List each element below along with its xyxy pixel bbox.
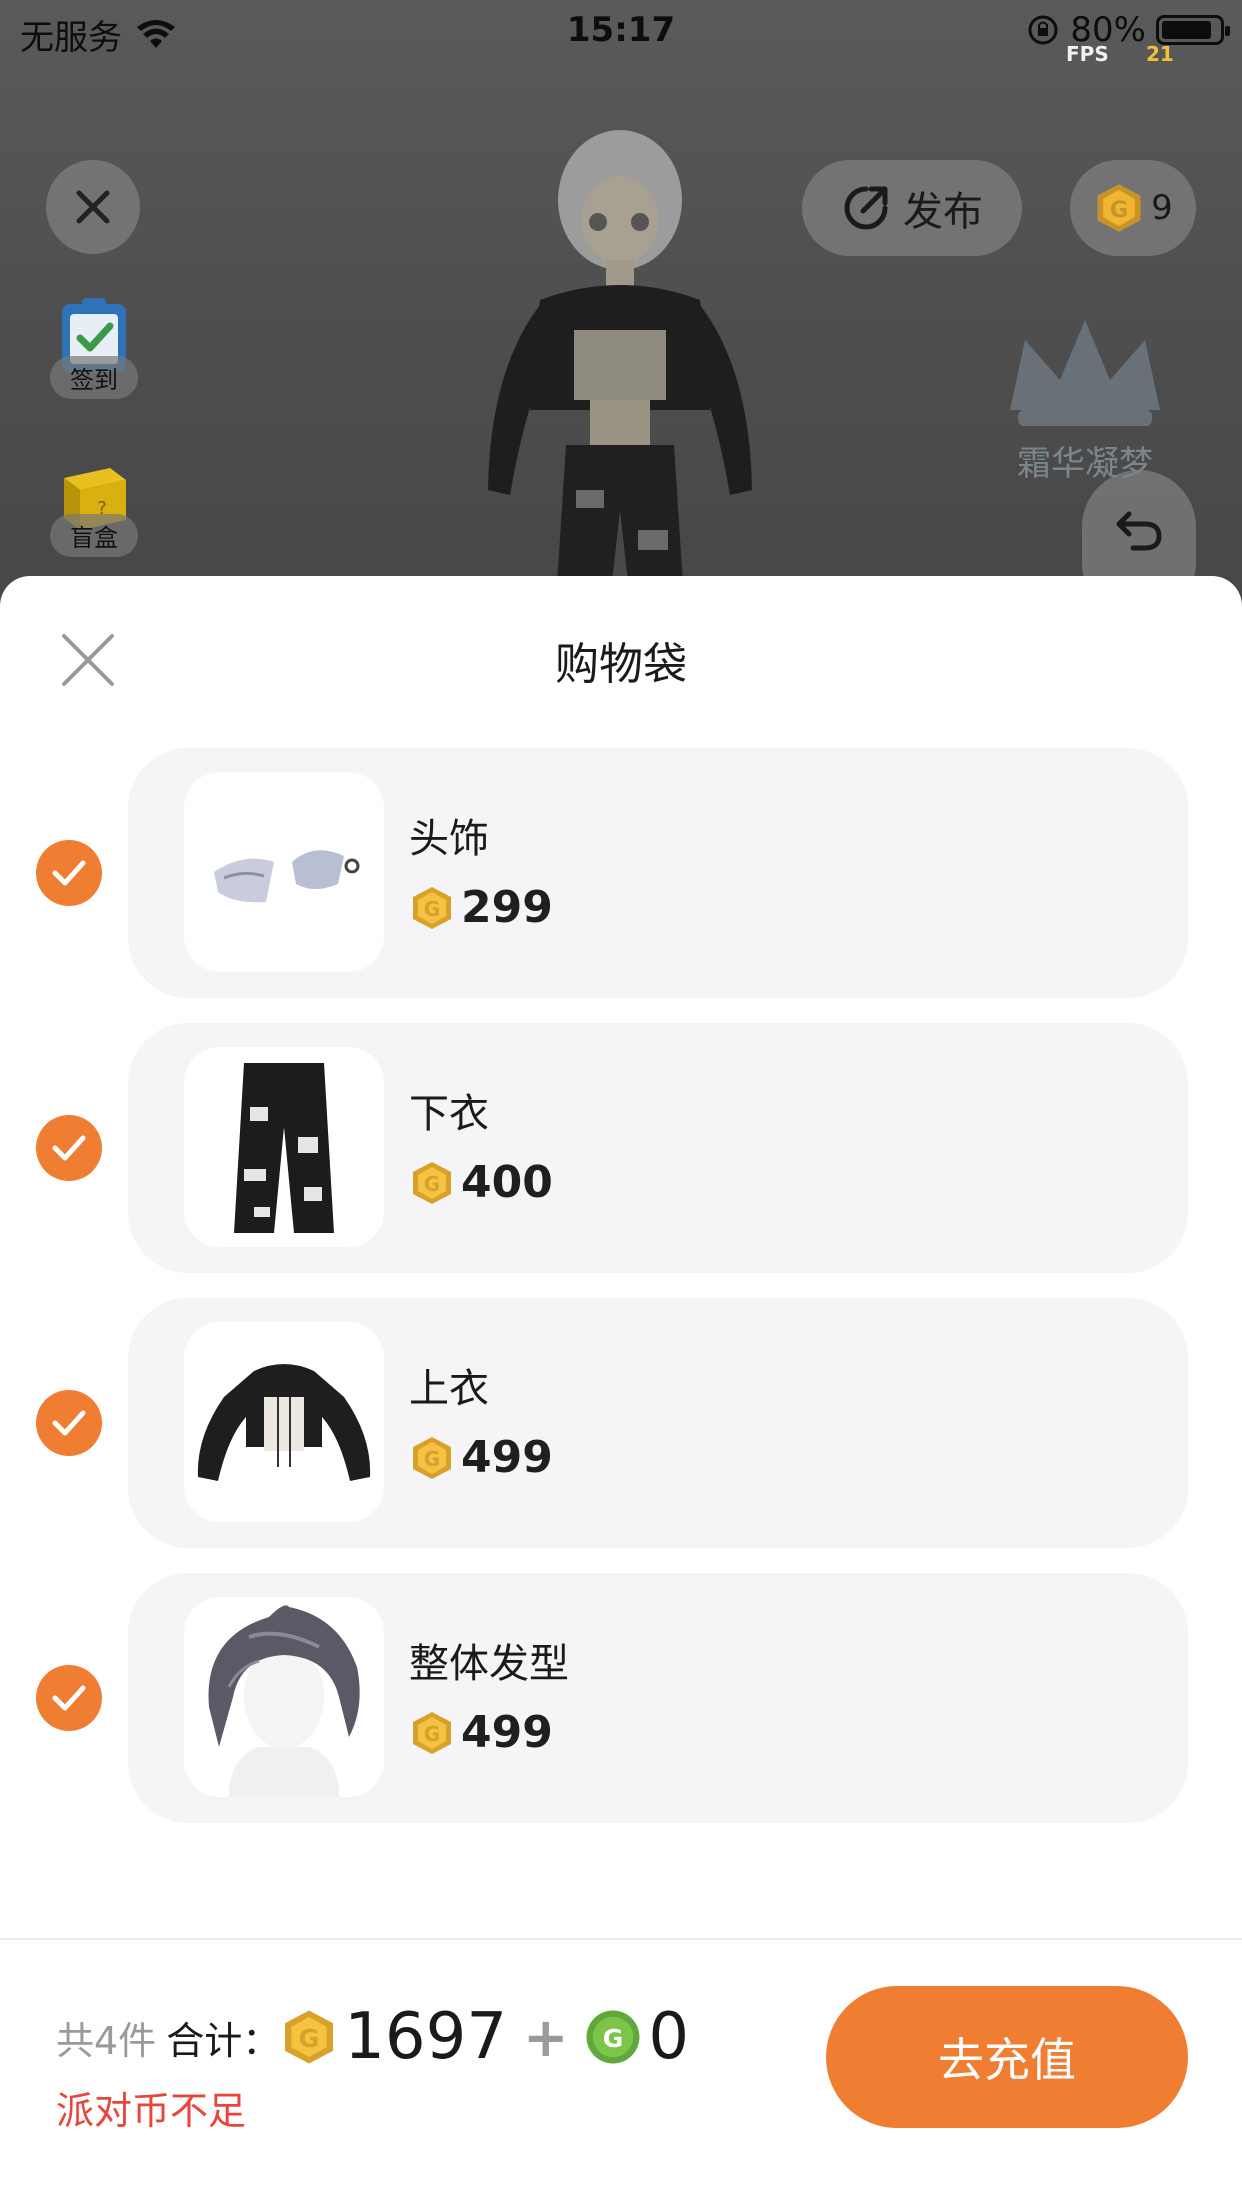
item-card[interactable]: 上衣 G 499 xyxy=(128,1298,1188,1548)
gold-coin-icon: G xyxy=(413,1711,451,1754)
cart-item: 整体发型 G 499 xyxy=(0,1573,1242,1823)
svg-text:G: G xyxy=(424,1722,440,1746)
item-name: 头饰 xyxy=(409,816,489,862)
svg-text:G: G xyxy=(424,897,440,921)
avatar-character xyxy=(488,130,752,600)
publish-button[interactable]: 发布 xyxy=(802,160,1022,256)
item-card[interactable]: 下衣 G 400 xyxy=(128,1023,1188,1273)
checkmark-icon xyxy=(52,1685,86,1711)
insufficient-coins-warning: 派对币不足 xyxy=(56,2089,247,2133)
checkout-footer: 共4件 合计： G 1697 + G 0 派对币不足 去充值 xyxy=(0,1940,1242,2208)
sheet-title: 购物袋 xyxy=(555,639,687,690)
svg-text:G: G xyxy=(299,2024,320,2053)
item-card[interactable]: 头饰 G 299 xyxy=(128,748,1188,998)
jacket-image xyxy=(197,1364,371,1481)
item-price-value: 299 xyxy=(461,882,553,933)
gold-coin-icon: G xyxy=(285,2010,334,2064)
gold-coin-icon: G xyxy=(1097,184,1141,232)
crown-icon xyxy=(1010,320,1160,426)
status-bar: 无服务 15:17 80% FPS 21 xyxy=(0,0,1242,66)
gold-coin-icon: G xyxy=(413,886,451,929)
item-price: G 499 xyxy=(409,1432,553,1483)
item-name: 整体发型 xyxy=(409,1641,569,1687)
green-total: 0 xyxy=(648,2000,690,2074)
item-thumbnail xyxy=(184,1597,384,1797)
plus-sign: + xyxy=(523,2005,569,2069)
green-coin-icon: G xyxy=(586,2010,640,2064)
svg-text:G: G xyxy=(603,2024,624,2053)
orientation-lock-icon xyxy=(1028,15,1058,45)
svg-text:G: G xyxy=(1110,197,1129,223)
item-thumbnail xyxy=(184,1322,384,1522)
item-checkbox[interactable] xyxy=(36,1390,102,1456)
cart-item: 头饰 G 299 xyxy=(0,748,1242,998)
pants-image xyxy=(234,1063,334,1233)
svg-text:G: G xyxy=(424,1447,440,1471)
item-price: G 299 xyxy=(409,882,553,933)
status-right: 80% xyxy=(1026,10,1230,50)
publish-icon xyxy=(844,186,888,230)
checkmark-icon xyxy=(52,1135,86,1161)
svg-text:G: G xyxy=(424,1172,440,1196)
total-label: 合计： xyxy=(166,2018,281,2063)
item-thumbnail xyxy=(184,1047,384,1247)
item-checkbox[interactable] xyxy=(36,840,102,906)
coin-balance: 9 xyxy=(1151,188,1173,228)
blind-box-entry[interactable]: ? 盲盒 xyxy=(46,454,142,557)
cart-item: 上衣 G 499 xyxy=(0,1298,1242,1548)
fps-value: 21 xyxy=(1146,42,1174,66)
item-price-value: 400 xyxy=(461,1157,553,1208)
checkmark-icon xyxy=(52,860,86,886)
item-price-value: 499 xyxy=(461,1707,553,1758)
close-icon xyxy=(76,190,110,224)
checkmark-icon xyxy=(52,1410,86,1436)
cart-item: 下衣 G 400 xyxy=(0,1023,1242,1273)
item-card[interactable]: 整体发型 G 499 xyxy=(128,1573,1188,1823)
recharge-button[interactable]: 去充值 xyxy=(826,1986,1188,2128)
shopping-bag-sheet: 购物袋 头饰 G 299 下衣 G 400 上衣 G 499 整体发型 G 49… xyxy=(0,576,1242,2208)
publish-label: 发布 xyxy=(903,189,983,235)
item-price: G 499 xyxy=(409,1707,553,1758)
gold-total: 1697 xyxy=(344,2000,508,2074)
item-checkbox[interactable] xyxy=(36,1665,102,1731)
battery-icon xyxy=(1156,15,1230,45)
sign-in-entry[interactable]: 签到 xyxy=(46,296,142,399)
headwear-image xyxy=(214,850,360,903)
fps-label: FPS xyxy=(1066,42,1109,66)
avatar-scene: 无服务 15:17 80% FPS 21 发布 G 9 签到 ? 盲盒 霜华凝梦 xyxy=(0,0,1242,600)
item-price: G 400 xyxy=(409,1157,553,1208)
total-summary: 共4件 合计： G 1697 + G 0 xyxy=(56,2000,689,2074)
scene-close-button[interactable] xyxy=(46,160,140,254)
hairstyle-image xyxy=(208,1605,360,1797)
gold-coin-icon: G xyxy=(413,1161,451,1204)
item-name: 下衣 xyxy=(409,1091,489,1137)
item-thumbnail xyxy=(184,772,384,972)
item-checkbox[interactable] xyxy=(36,1115,102,1181)
sign-in-label: 签到 xyxy=(50,356,138,399)
coin-balance-button[interactable]: G 9 xyxy=(1070,160,1196,256)
item-name: 上衣 xyxy=(409,1366,489,1412)
gold-coin-icon: G xyxy=(413,1436,451,1479)
item-price-value: 499 xyxy=(461,1432,553,1483)
undo-icon xyxy=(1116,511,1162,551)
watermark-badge: 霜华凝梦 xyxy=(990,300,1180,500)
blind-box-label: 盲盒 xyxy=(50,514,138,557)
item-count: 共4件 xyxy=(56,2018,157,2063)
battery-fill xyxy=(1162,21,1211,39)
